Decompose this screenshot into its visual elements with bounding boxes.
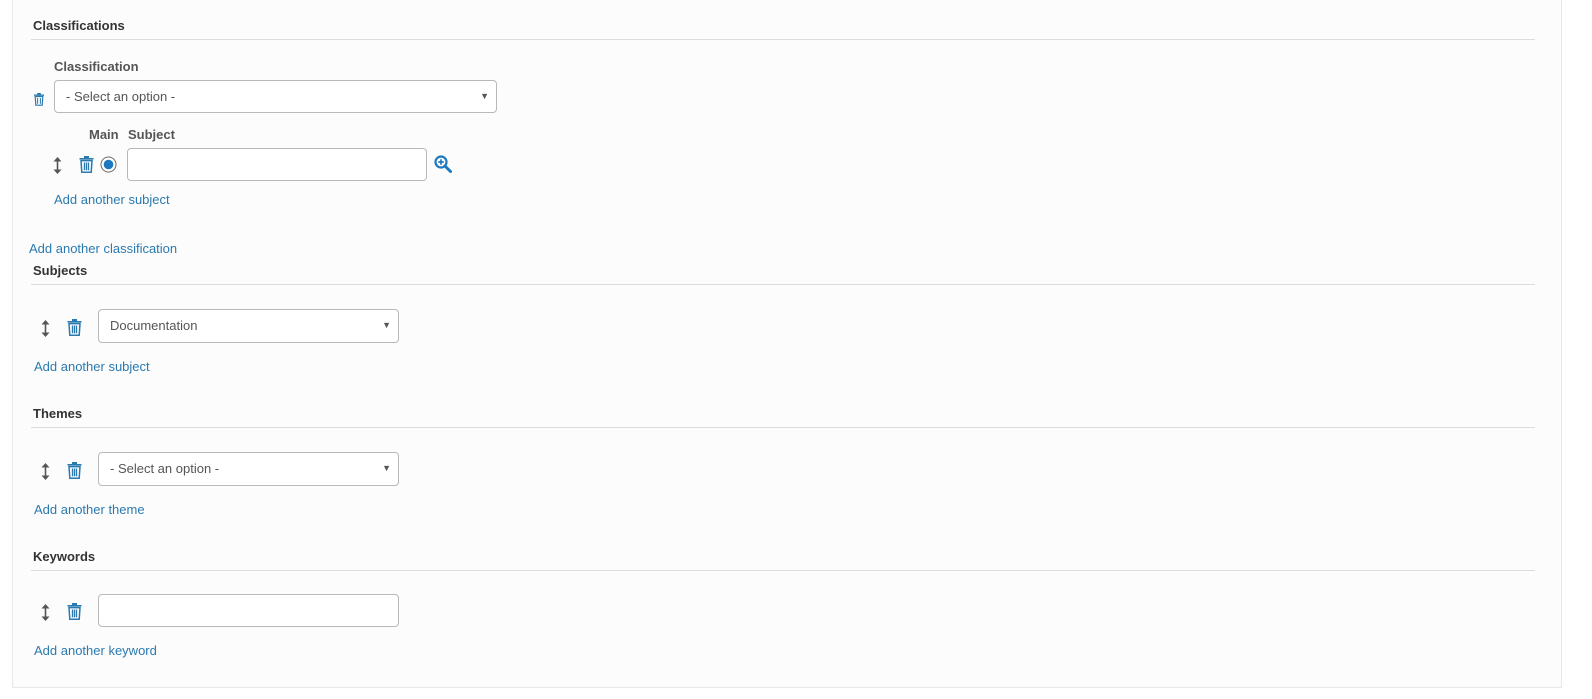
caret-down-icon: ▼	[480, 91, 489, 101]
drag-handle-icon[interactable]	[41, 320, 50, 337]
add-another-classification-link[interactable]: Add another classification	[29, 241, 177, 256]
subject-column-label: Subject	[128, 127, 175, 142]
classifications-divider	[31, 39, 1535, 40]
add-another-theme-link[interactable]: Add another theme	[34, 502, 145, 517]
caret-down-icon: ▼	[382, 463, 391, 473]
classification-label: Classification	[54, 59, 139, 74]
trash-icon[interactable]	[79, 156, 94, 173]
keywords-divider	[31, 570, 1535, 571]
classification-select-value: - Select an option -	[66, 89, 176, 104]
theme-select-value: - Select an option -	[110, 461, 220, 476]
classifications-section-title: Classifications	[33, 18, 125, 33]
themes-section-title: Themes	[33, 406, 83, 421]
add-another-subject-link-2[interactable]: Add another subject	[34, 359, 150, 374]
main-subject-radio[interactable]	[100, 156, 117, 173]
add-another-subject-link[interactable]: Add another subject	[54, 192, 170, 207]
trash-icon[interactable]	[67, 603, 82, 620]
drag-handle-icon[interactable]	[41, 604, 50, 621]
keywords-section-title: Keywords	[33, 549, 96, 564]
zoom-in-icon[interactable]	[434, 155, 452, 173]
subject-select-value: Documentation	[110, 318, 198, 333]
subjects-section-title: Subjects	[33, 263, 88, 278]
caret-down-icon: ▼	[382, 320, 391, 330]
classification-select[interactable]: - Select an option - ▼	[54, 80, 497, 113]
themes-divider	[31, 427, 1535, 428]
trash-icon[interactable]	[67, 319, 82, 336]
metadata-form-panel: Classifications Classification - Select …	[12, 0, 1562, 688]
subject-select[interactable]: Documentation ▼	[98, 309, 399, 343]
keyword-input[interactable]	[98, 594, 399, 627]
trash-icon[interactable]	[33, 93, 45, 106]
subject-input[interactable]	[127, 148, 427, 181]
trash-icon[interactable]	[67, 462, 82, 479]
main-column-label: Main	[89, 127, 119, 142]
add-another-keyword-link[interactable]: Add another keyword	[34, 643, 157, 658]
subjects-divider	[31, 284, 1535, 285]
theme-select[interactable]: - Select an option - ▼	[98, 452, 399, 486]
drag-handle-icon[interactable]	[41, 463, 50, 480]
drag-handle-icon[interactable]	[53, 157, 62, 174]
